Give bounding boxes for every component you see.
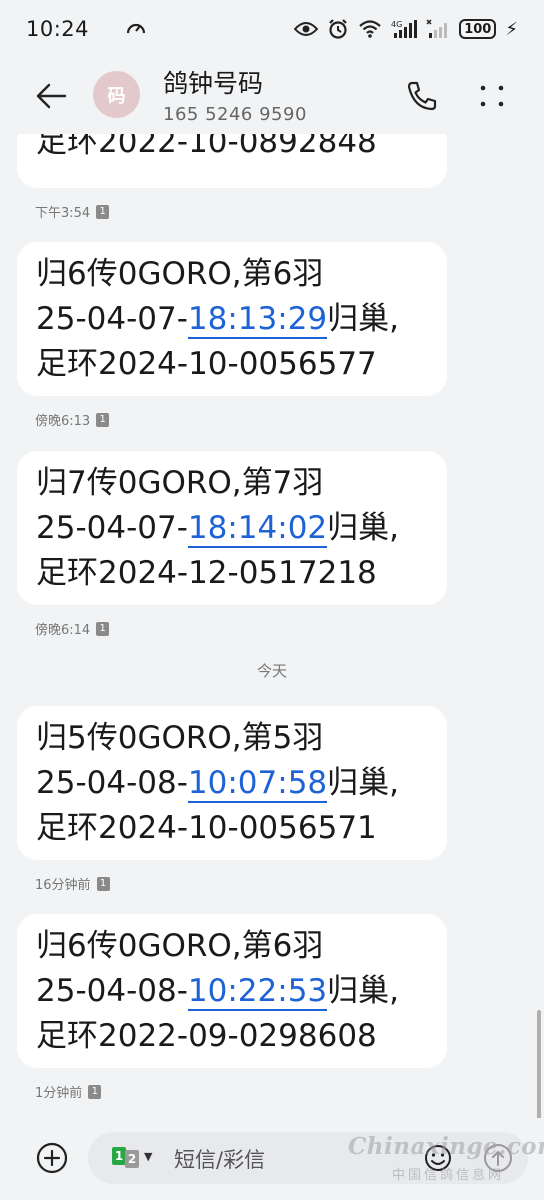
charging-icon: ⚡: [505, 18, 518, 40]
svg-text:4G: 4G: [391, 20, 402, 29]
message-meta: 傍晚6:13 1: [35, 410, 110, 429]
contact-name: 鸽钟号码: [163, 69, 264, 98]
battery-icon: 100: [459, 19, 497, 39]
message-line: 足环2022-09-0298608: [36, 1018, 377, 1054]
message-line: 归6传0GORO,第6羽: [36, 928, 324, 964]
back-button[interactable]: [33, 78, 69, 114]
phone-icon: [407, 81, 437, 111]
time-link[interactable]: 18:14:02: [187, 510, 328, 548]
message-bubble[interactable]: 归5传0GORO,第5羽 25-04-08-10:07:58归巢, 足环2024…: [17, 706, 447, 860]
message-meta: 傍晚6:14 1: [35, 619, 110, 638]
message-time: 下午3:54: [35, 206, 91, 221]
scrollbar[interactable]: [537, 1010, 541, 1120]
sim-card-icon: 1: [96, 412, 110, 427]
date-divider: 今天: [256, 662, 287, 680]
more-dots-icon: [480, 85, 504, 107]
message-text: 25-04-08-: [36, 973, 188, 1009]
plus-circle-icon: [36, 1142, 68, 1174]
status-bar: 10:24 4G 100 ⚡: [0, 0, 544, 58]
status-time: 10:24: [26, 17, 90, 41]
sim-selector[interactable]: 1 2 ▼: [112, 1144, 152, 1168]
sim-card-icon: 1: [96, 876, 110, 891]
message-time: 16分钟前: [35, 878, 91, 893]
message-line: 25-04-08-10:07:58归巢,: [36, 761, 429, 806]
message-bubble[interactable]: 归7传0GORO,第7羽 25-04-07-18:14:02归巢, 足环2024…: [17, 451, 447, 605]
signal-4g-icon: 4G: [391, 19, 418, 39]
watermark-logo: Chinaxinge.com: [348, 1133, 544, 1160]
sim-card-icon: 1: [96, 621, 110, 636]
message-line: 25-04-07-18:13:29归巢,: [36, 297, 429, 342]
watermark-subtitle: 中国信鸽信息网: [392, 1168, 505, 1183]
message-bubble[interactable]: 归6传0GORO,第6羽 25-04-07-18:13:29归巢, 足环2024…: [17, 242, 447, 396]
sim1-icon: 1: [112, 1147, 126, 1165]
message-line: 足环2024-10-0056571: [36, 810, 377, 846]
alarm-icon: [327, 18, 349, 40]
message-line: 归5传0GORO,第5羽: [36, 720, 324, 756]
status-right: 4G 100 ⚡: [294, 18, 518, 40]
add-attachment-button[interactable]: [34, 1140, 70, 1176]
message-line: 归7传0GORO,第7羽: [36, 465, 324, 501]
battery-level: 100: [464, 21, 492, 37]
sim-card-icon: 1: [96, 204, 110, 219]
wifi-icon: [358, 19, 382, 39]
message-line: 25-04-07-18:14:02归巢,: [36, 506, 429, 551]
time-link[interactable]: 10:07:58: [187, 765, 328, 803]
eye-icon: [294, 21, 319, 37]
message-line: 足环2024-12-0517218: [36, 555, 377, 591]
contact-number: 165 5246 9590: [163, 104, 307, 125]
message-time: 傍晚6:13: [35, 414, 91, 429]
sim2-icon: 2: [125, 1150, 139, 1168]
message-meta: 1分钟前 1: [35, 1082, 102, 1101]
message-text: 25-04-07-: [36, 510, 188, 546]
avatar[interactable]: 码: [93, 71, 140, 118]
message-bubble[interactable]: 归6传0GORO,第6羽 25-04-08-10:22:53归巢, 足环2022…: [17, 914, 447, 1068]
call-button[interactable]: [404, 78, 440, 114]
input-placeholder: 短信/彩信: [174, 1148, 266, 1172]
message-list[interactable]: 足环2022-10-0892848 下午3:54 1 归6传0GORO,第6羽 …: [0, 134, 544, 1118]
message-meta: 下午3:54 1: [35, 202, 110, 221]
status-left: 10:24: [26, 17, 147, 41]
back-arrow-icon: [36, 83, 67, 109]
message-line: 足环2024-10-0056577: [36, 346, 377, 382]
message-time: 1分钟前: [35, 1086, 83, 1101]
time-link[interactable]: 10:22:53: [187, 973, 328, 1011]
message-text: 归巢,: [327, 510, 399, 546]
message-bubble[interactable]: 足环2022-10-0892848: [17, 134, 447, 188]
message-line: 足环2022-10-0892848: [36, 134, 377, 160]
message-line: 25-04-08-10:22:53归巢,: [36, 969, 429, 1014]
signal-weak-icon: [426, 19, 450, 39]
message-line: 归6传0GORO,第6羽: [36, 256, 324, 292]
sim-card-icon: 1: [88, 1084, 102, 1099]
message-text: 25-04-08-: [36, 765, 188, 801]
message-text: 25-04-07-: [36, 301, 188, 337]
message-meta: 16分钟前 1: [35, 874, 110, 893]
more-options-button[interactable]: [474, 78, 510, 114]
message-text: 归巢,: [327, 301, 399, 337]
message-text: 归巢,: [327, 973, 399, 1009]
time-link[interactable]: 18:13:29: [187, 301, 328, 339]
message-time: 傍晚6:14: [35, 623, 91, 638]
conversation-header: 码 鸽钟号码 165 5246 9590: [0, 58, 544, 134]
message-text: 归巢,: [327, 765, 399, 801]
caret-down-icon: ▼: [144, 1149, 153, 1163]
speedometer-icon: [125, 18, 147, 40]
